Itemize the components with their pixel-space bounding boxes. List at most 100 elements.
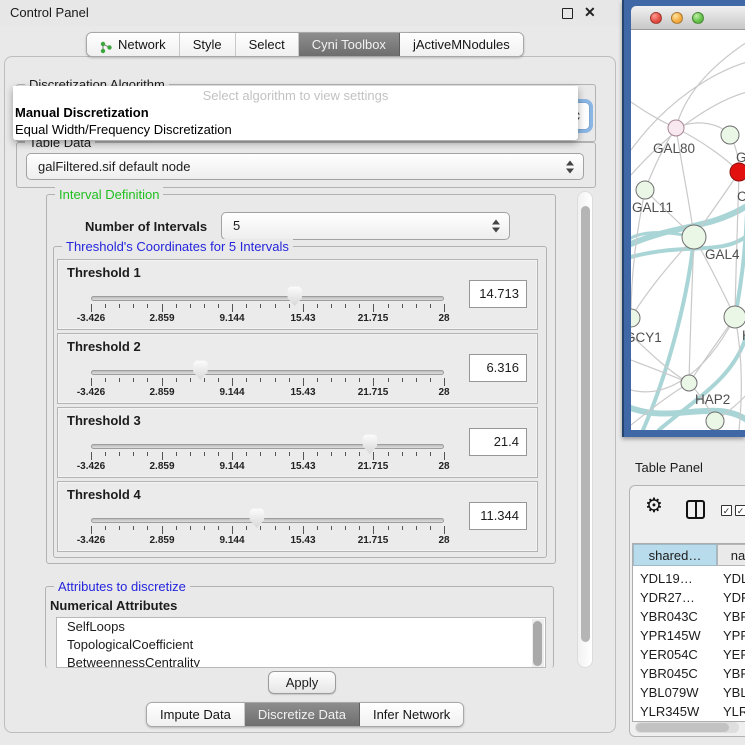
column-header-name[interactable]: name [717,544,745,566]
network-node-ga[interactable] [721,126,739,144]
cell[interactable]: YBL079W [723,683,745,702]
cell[interactable]: YLR345W [640,702,699,721]
list-scrollbar-thumb[interactable] [533,621,542,666]
cell[interactable]: YDR27… [640,588,695,607]
tab-impute-data[interactable]: Impute Data [147,703,245,726]
table-row[interactable]: YPR145W YPR145W [633,626,745,645]
cell[interactable]: YDL19… [723,569,745,588]
number-of-intervals-combo[interactable]: 5 [221,212,510,240]
close-traffic-light-icon[interactable] [650,12,662,24]
slider-ticks [91,304,444,313]
network-node-hap2[interactable] [681,375,697,391]
threshold-2-slider-thumb[interactable] [191,360,209,380]
cell[interactable]: YBR043C [723,607,745,626]
popup-item-manual-discretization[interactable]: Manual Discretization [13,104,578,121]
interval-definition-label: Interval Definition [55,187,163,202]
threshold-2-slider-track[interactable] [91,370,444,375]
gear-icon[interactable]: ⚙ [645,496,663,516]
threshold-3-value-field[interactable]: 21.4 [469,428,527,456]
apply-button[interactable]: Apply [268,671,336,694]
cell[interactable]: YDR27… [723,588,745,607]
threshold-4-value-field[interactable]: 11.344 [469,502,527,530]
tab-network-label: Network [118,33,166,56]
threshold-1-label: Threshold 1 [67,265,141,280]
tab-jactivemnodules[interactable]: jActiveMNodules [400,33,523,56]
tab-infer-network[interactable]: Infer Network [360,703,463,726]
tab-style[interactable]: Style [180,33,236,56]
float-window-icon[interactable] [562,8,573,19]
table-row[interactable]: YDL19… YDL19… [633,569,745,588]
tab-discretize-data[interactable]: Discretize Data [245,703,360,726]
network-node-gcy1[interactable] [631,309,640,327]
minimize-traffic-light-icon[interactable] [671,12,683,24]
table-horizontal-scrollbar-thumb[interactable] [636,723,729,732]
list-item-topologicalcoefficient[interactable]: TopologicalCoefficient [57,636,545,654]
list-item-betweennesscentrality[interactable]: BetweennessCentrality [57,654,545,668]
node-label-hap2: HAP2 [695,392,730,407]
cell[interactable]: YER054C [640,645,698,664]
panel-title: Control Panel [10,5,89,20]
cell[interactable]: YBL079W [640,683,699,702]
cell[interactable]: YLR345W [723,702,745,721]
tab-cyni-toolbox[interactable]: Cyni Toolbox [299,33,400,56]
network-node-gal11[interactable] [636,181,654,199]
tab-select[interactable]: Select [236,33,299,56]
network-view-window[interactable]: GAL80 GA GAL11 GAL4 GCY1 H HAP2 C [622,0,745,437]
select-all-checkbox-icon[interactable]: ✓ [721,505,732,516]
table-row[interactable]: YLR345W YLR345W [633,702,745,721]
tick-label: -3.426 [77,313,105,324]
cell[interactable]: YBR045C [723,664,745,683]
table-row[interactable]: YBR043C YBR043C [633,607,745,626]
tick-label: 21.715 [358,387,389,398]
cell[interactable]: YPR145W [640,626,701,645]
table-row[interactable]: YER054C YER054C [633,645,745,664]
table-row[interactable]: YBR045C YBR045C [633,664,745,683]
network-node-h[interactable] [724,306,745,328]
threshold-2-value-field[interactable]: 6.316 [469,354,527,382]
column-header-shared-name[interactable]: shared… [633,544,717,566]
control-panel-titlebar: Control Panel ✕ [0,0,620,26]
threshold-4-slider-thumb[interactable] [248,508,266,528]
threshold-1-value-field[interactable]: 14.713 [469,280,527,308]
network-node-gal80[interactable] [668,120,684,136]
network-node-gal4[interactable] [682,225,706,249]
network-icon [100,38,113,51]
tab-network[interactable]: Network [87,33,180,56]
column-layout-icon[interactable] [686,500,705,519]
table-data-combo-value: galFiltered.sif default node [38,154,190,179]
popup-item-equal-width-frequency[interactable]: Equal Width/Frequency Discretization [13,121,578,138]
network-canvas[interactable]: GAL80 GA GAL11 GAL4 GCY1 H HAP2 C [631,30,745,430]
cell[interactable]: YER054C [723,645,745,664]
network-node-selected-red[interactable] [730,163,745,181]
network-graph: GAL80 GA GAL11 GAL4 GCY1 H HAP2 C [631,30,745,430]
zoom-traffic-light-icon[interactable] [692,12,704,24]
cell[interactable]: YPR145W [723,626,745,645]
threshold-3-slider-track[interactable] [91,444,444,449]
threshold-3-box: Threshold 3 -3.426 2.859 9.144 15.43 21.… [57,407,538,478]
table-row[interactable]: YDR27… YDR27… [633,588,745,607]
threshold-1-box: Threshold 1 -3.426 2.859 9.144 15.43 21.… [57,259,538,330]
tick-label: 2.859 [149,461,174,472]
threshold-1-slider-thumb[interactable] [286,286,304,306]
cell[interactable]: YDL19… [640,569,693,588]
cell[interactable]: YBR045C [640,664,698,683]
threshold-4-slider-track[interactable] [91,518,444,523]
select-none-checkbox-icon[interactable]: ✓ [735,505,745,516]
close-icon[interactable]: ✕ [584,4,596,21]
table-data-combo[interactable]: galFiltered.sif default node [26,153,584,180]
list-scrollbar[interactable] [532,619,544,668]
attributes-group-label: Attributes to discretize [54,579,190,594]
cell[interactable]: YBR043C [640,607,698,626]
table-panel-title: Table Panel [635,460,703,475]
table-horizontal-scrollbar[interactable] [635,722,739,733]
threshold-1-slider-track[interactable] [91,296,444,301]
panel-scrollbar-thumb[interactable] [581,206,590,642]
node-table: shared… name YDL19… YDL19… YDR27… YDR27… Y… [632,543,745,722]
table-row[interactable]: YBL079W YBL079W [633,683,745,702]
threshold-3-slider-thumb[interactable] [361,434,379,454]
panel-scrollbar[interactable] [577,191,593,668]
screen: Control Panel ✕ Network Style Select Cyn… [0,0,745,745]
tab-impute-data-label: Impute Data [160,703,231,726]
network-node-bottom[interactable] [706,412,724,430]
list-item-selfloops[interactable]: SelfLoops [57,618,545,636]
